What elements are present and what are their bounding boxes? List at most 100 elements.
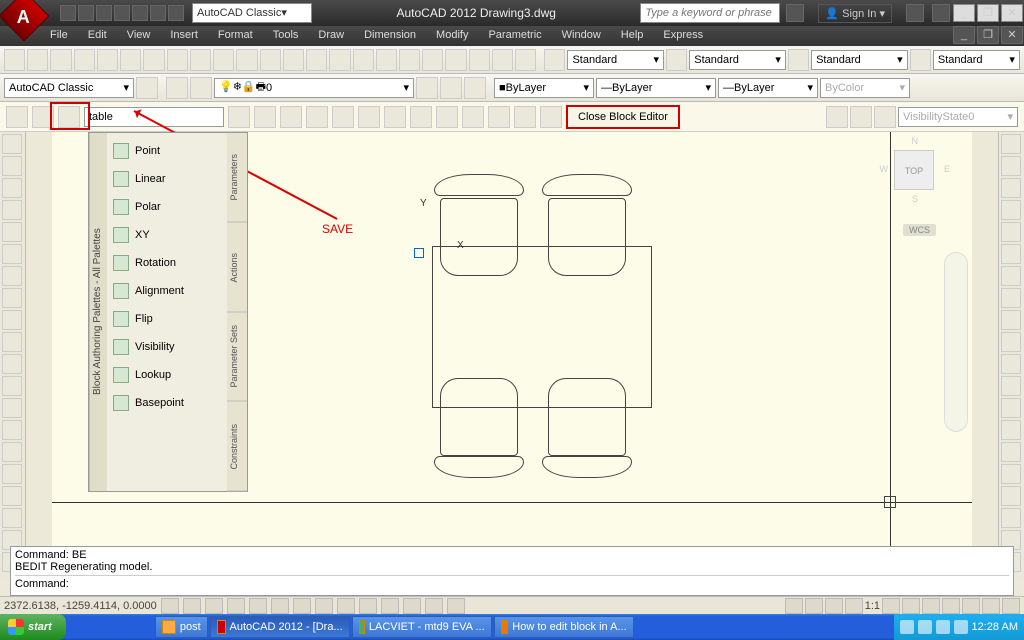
menu-edit[interactable]: Edit <box>78 26 117 46</box>
task-autocad[interactable]: AutoCAD 2012 - [Dra... <box>210 616 350 638</box>
preview-icon[interactable] <box>97 49 118 71</box>
color-combo[interactable]: ■ ByLayer▾ <box>494 78 594 98</box>
am-toggle[interactable] <box>447 598 465 614</box>
be-testblock-icon[interactable] <box>228 106 250 128</box>
signin-button[interactable]: 👤 Sign In ▾ <box>818 4 892 23</box>
search-input[interactable] <box>640 3 780 23</box>
tray-icon-1[interactable] <box>900 620 914 634</box>
redo-icon[interactable] <box>283 49 304 71</box>
qat-save-icon[interactable] <box>96 5 112 21</box>
pal-lookup[interactable]: Lookup <box>107 361 227 389</box>
ql-desktop-icon[interactable] <box>89 617 109 637</box>
snap-toggle[interactable] <box>161 598 179 614</box>
layerprev-icon[interactable] <box>440 77 462 99</box>
arc-icon[interactable] <box>2 244 22 264</box>
otrack-toggle[interactable] <box>293 598 311 614</box>
doc-minimize-button[interactable]: _ <box>953 26 975 44</box>
ql-media-icon[interactable] <box>111 617 131 637</box>
zoomprev-icon[interactable] <box>376 49 397 71</box>
coordinates[interactable]: 2372.6138, -1259.4114, 0.0000 <box>4 600 157 612</box>
viewcube-w[interactable]: W <box>880 164 889 174</box>
pal-visibility[interactable]: Visibility <box>107 333 227 361</box>
viewcube-e[interactable]: E <box>944 164 950 174</box>
be-paramman-icon[interactable] <box>488 106 510 128</box>
hardware-accel-icon[interactable] <box>962 598 980 614</box>
qat-open-icon[interactable] <box>78 5 94 21</box>
pal-alignment[interactable]: Alignment <box>107 277 227 305</box>
command-line[interactable]: Command: BE BEDIT Regenerating model. Co… <box>10 546 1014 596</box>
matchprop-icon[interactable] <box>213 49 234 71</box>
quickview-drawings[interactable] <box>825 598 843 614</box>
close-button[interactable]: ✕ <box>1001 4 1023 22</box>
pline-icon[interactable] <box>2 178 22 198</box>
erase-icon[interactable] <box>1001 134 1021 154</box>
pan-icon[interactable] <box>306 49 327 71</box>
tray-icon-4[interactable] <box>954 620 968 634</box>
ann-scale-icon[interactable] <box>845 598 863 614</box>
tab-paramsets[interactable]: Parameter Sets <box>227 312 247 402</box>
menu-express[interactable]: Express <box>653 26 713 46</box>
dimstyle-combo[interactable]: Standard▾ <box>689 50 786 70</box>
fillet-icon[interactable] <box>1001 442 1021 462</box>
copy-obj-icon[interactable] <box>1001 156 1021 176</box>
break-icon[interactable] <box>1001 376 1021 396</box>
lwt-toggle[interactable] <box>359 598 377 614</box>
workspace-combo[interactable]: AutoCAD Classic▾ <box>192 3 312 23</box>
tablestyle-combo[interactable]: Standard▾ <box>811 50 908 70</box>
line-icon[interactable] <box>2 134 22 154</box>
quickcalc-icon[interactable] <box>515 49 536 71</box>
menu-parametric[interactable]: Parametric <box>478 26 551 46</box>
pal-point[interactable]: Point <box>107 137 227 165</box>
xline-icon[interactable] <box>2 156 22 176</box>
trim-icon[interactable] <box>1001 332 1021 352</box>
be-action-icon[interactable] <box>410 106 432 128</box>
ws-switch-icon[interactable] <box>922 598 940 614</box>
menu-file[interactable]: File <box>40 26 78 46</box>
stretch-icon[interactable] <box>1001 310 1021 330</box>
linetype-combo[interactable]: — ByLayer▾ <box>596 78 716 98</box>
tab-parameters[interactable]: Parameters <box>227 133 247 223</box>
ann-vis-icon[interactable] <box>882 598 900 614</box>
be-autoconstrain-icon[interactable] <box>254 106 276 128</box>
paste-icon[interactable] <box>190 49 211 71</box>
gradient-icon[interactable] <box>2 464 22 484</box>
cleanscreen-icon[interactable] <box>1002 598 1020 614</box>
pal-polar[interactable]: Polar <box>107 193 227 221</box>
ann-auto-icon[interactable] <box>902 598 920 614</box>
minimize-button[interactable]: _ <box>953 4 975 22</box>
workspace2-combo[interactable]: AutoCAD Classic▾ <box>4 78 134 98</box>
layeriso-icon[interactable] <box>464 77 486 99</box>
qp-toggle[interactable] <box>403 598 421 614</box>
vis-states-icon[interactable] <box>874 106 896 128</box>
doc-close-button[interactable]: ✕ <box>1001 26 1023 44</box>
textstyle-combo[interactable]: Standard▾ <box>567 50 664 70</box>
palette-title[interactable]: Block Authoring Palettes - All Palettes <box>89 133 107 491</box>
be-constraintbar-icon[interactable] <box>306 106 328 128</box>
sc-toggle[interactable] <box>425 598 443 614</box>
qat-new-icon[interactable] <box>60 5 76 21</box>
pal-rotation[interactable]: Rotation <box>107 249 227 277</box>
offset-icon[interactable] <box>1001 200 1021 220</box>
be-attribute-icon[interactable] <box>436 106 458 128</box>
be-learn-icon[interactable] <box>540 106 562 128</box>
menu-modify[interactable]: Modify <box>426 26 478 46</box>
grid-toggle[interactable] <box>183 598 201 614</box>
copy-icon[interactable] <box>167 49 188 71</box>
chamfer-icon[interactable] <box>1001 420 1021 440</box>
navigation-bar[interactable] <box>944 252 968 432</box>
exchange-icon[interactable] <box>906 4 924 22</box>
layermatch-icon[interactable] <box>416 77 438 99</box>
polygon-icon[interactable] <box>2 200 22 220</box>
pal-linear[interactable]: Linear <box>107 165 227 193</box>
pal-flip[interactable]: Flip <box>107 305 227 333</box>
save-icon[interactable] <box>50 49 71 71</box>
mirror-icon[interactable] <box>1001 178 1021 198</box>
mleaderstyle-icon[interactable] <box>910 49 931 71</box>
help-icon[interactable] <box>932 4 950 22</box>
be-saveblock-icon[interactable] <box>32 106 54 128</box>
be-showconstraints-icon[interactable] <box>280 106 302 128</box>
region-icon[interactable] <box>2 486 22 506</box>
markup-icon[interactable] <box>492 49 513 71</box>
menu-tools[interactable]: Tools <box>263 26 309 46</box>
pal-basepoint[interactable]: Basepoint <box>107 389 227 417</box>
